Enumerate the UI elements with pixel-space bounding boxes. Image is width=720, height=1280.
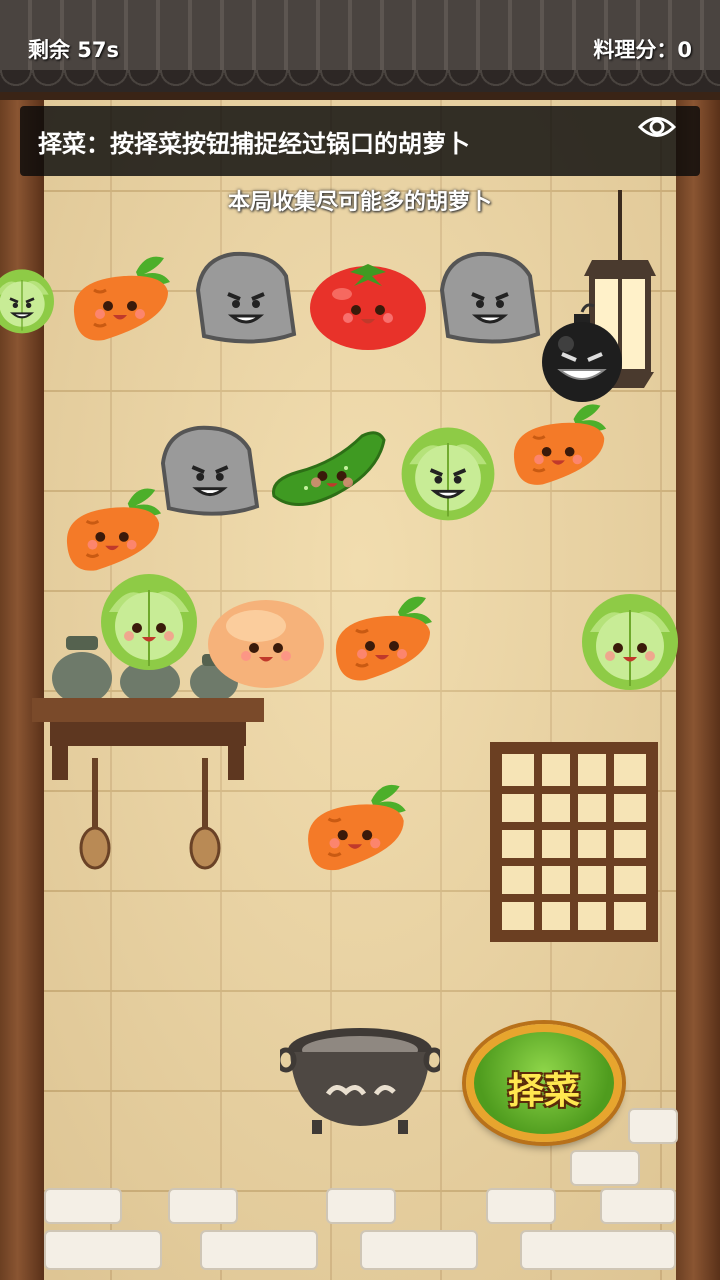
cabbage-item <box>0 252 62 348</box>
hanging-wooden-spoons <box>70 758 230 870</box>
rock-item <box>194 250 298 350</box>
cabbage-item <box>390 422 506 522</box>
time-remaining: 剩余 57s <box>28 38 120 62</box>
cooking-pot <box>275 1020 445 1136</box>
carrot-item <box>298 778 420 880</box>
rock-item <box>438 250 542 350</box>
carrot-item <box>502 398 622 494</box>
floor-brick <box>168 1188 238 1224</box>
eye-icon[interactable] <box>637 112 677 142</box>
cabbage-item <box>568 590 692 690</box>
floor-brick <box>600 1188 676 1224</box>
cooking-score: 料理分：0 <box>593 38 692 62</box>
floor-brick <box>628 1108 678 1144</box>
carrot-item <box>326 590 446 690</box>
floor-brick <box>570 1150 640 1186</box>
dumpling-item <box>206 590 326 690</box>
hint-banner: 择菜：按择菜按钮捕捉经过锅口的胡萝卜 <box>20 106 700 176</box>
floor-brick <box>326 1188 396 1224</box>
bomb-item <box>532 303 632 402</box>
cabbage-item <box>88 570 210 670</box>
floor-brick <box>486 1188 556 1224</box>
floor-brick <box>520 1230 676 1270</box>
floor-brick <box>44 1230 162 1270</box>
floor-brick <box>44 1188 122 1224</box>
game-stage: 剩余 57s 料理分：0 择菜：按择菜按钮捕捉经过锅口的胡萝卜 本局收集尽可能多… <box>0 0 720 1280</box>
pick-button-label: 择菜 <box>507 1071 580 1112</box>
floor-brick <box>360 1230 478 1270</box>
cucumber-item <box>266 422 390 520</box>
carrot-item <box>56 482 176 580</box>
brick-floor <box>0 1108 720 1280</box>
hint-text: 择菜：按择菜按钮捕捉经过锅口的胡萝卜 <box>38 130 470 158</box>
floor-brick <box>200 1230 318 1270</box>
tomato-item <box>308 254 428 350</box>
round-goal-text: 本局收集尽可能多的胡萝卜 <box>227 190 492 215</box>
wooden-lattice-window <box>490 742 658 942</box>
carrot-item <box>64 250 184 350</box>
pick-vegetable-button[interactable]: 择菜 <box>466 1024 622 1142</box>
